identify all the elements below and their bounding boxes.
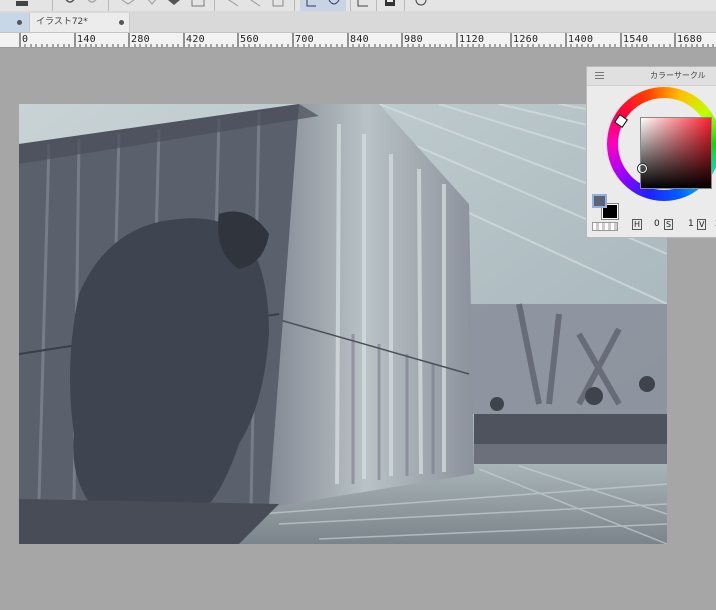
menu-icon[interactable] — [595, 72, 604, 81]
tab-title: イラスト72* — [36, 17, 88, 27]
ruler-label: 1540 — [623, 34, 649, 45]
ruler-label: 840 — [350, 34, 369, 45]
bubble-icon[interactable] — [412, 0, 428, 8]
ruler-label: 560 — [240, 34, 259, 45]
toolbar-separator — [294, 0, 295, 11]
toolbar-separator — [404, 0, 405, 11]
undo-icon[interactable] — [62, 0, 78, 8]
ruler-label: 1400 — [568, 34, 594, 45]
sparkle-icon[interactable] — [120, 0, 136, 8]
document-tab-bar: イラスト72* — [0, 11, 716, 33]
select-icon[interactable] — [190, 0, 206, 8]
ruler-label: 1120 — [459, 34, 485, 45]
redo-icon[interactable] — [84, 0, 100, 8]
ruler-label: 980 — [404, 34, 423, 45]
toolbar-separator — [108, 0, 109, 11]
tab-previous-document[interactable] — [0, 13, 29, 32]
painting-image — [19, 104, 667, 544]
v-label: V — [697, 219, 707, 230]
transparent-color-swatch[interactable] — [592, 222, 618, 231]
close-tab-icon[interactable] — [119, 20, 124, 25]
crop-icon[interactable] — [246, 0, 262, 8]
layer-icon[interactable] — [270, 0, 286, 8]
h-value[interactable]: 0 — [654, 219, 660, 229]
fill-icon[interactable] — [144, 0, 160, 8]
lasso-icon[interactable] — [224, 0, 240, 8]
toolbar-separator — [52, 0, 53, 11]
modified-dot — [17, 20, 22, 25]
lasso-icon[interactable] — [326, 0, 342, 8]
ruler-label: 280 — [131, 34, 150, 45]
ruler-label: 0 — [22, 34, 29, 45]
main-color-swatch[interactable] — [592, 194, 607, 208]
ruler-label: 700 — [295, 34, 314, 45]
panel-header: カラーサークル — [587, 67, 716, 86]
select-icon[interactable] — [304, 0, 320, 8]
canvas-artwork[interactable] — [19, 104, 667, 544]
s-value[interactable]: 1 — [688, 219, 694, 229]
tab-illustration-72[interactable]: イラスト72* — [29, 13, 130, 32]
pen-icon[interactable] — [14, 0, 30, 8]
layer-icon[interactable] — [382, 0, 398, 8]
h-label: H — [632, 219, 643, 230]
horizontal-ruler: 0 140 280 420 560 700 840 980 1120 1260 1400 1540 16… — [0, 33, 716, 48]
sv-picker-cursor[interactable] — [638, 164, 647, 173]
ruler-label: 1680 — [677, 34, 703, 45]
saturation-value-square[interactable] — [640, 117, 712, 189]
panel-title: カラーサークル — [650, 71, 706, 80]
ruler-label: 420 — [186, 34, 205, 45]
color-circle-panel: カラーサークル H 0 S 1 V 2 — [586, 66, 716, 238]
ruler-label: 1260 — [513, 34, 539, 45]
toolbar-separator — [214, 0, 215, 11]
toolbar-separator — [376, 0, 377, 11]
s-label: S — [664, 219, 674, 230]
transform-icon[interactable] — [166, 0, 182, 8]
ruler-label: 140 — [77, 34, 96, 45]
toolbar-separator — [350, 0, 351, 11]
crop-icon[interactable] — [354, 0, 370, 8]
